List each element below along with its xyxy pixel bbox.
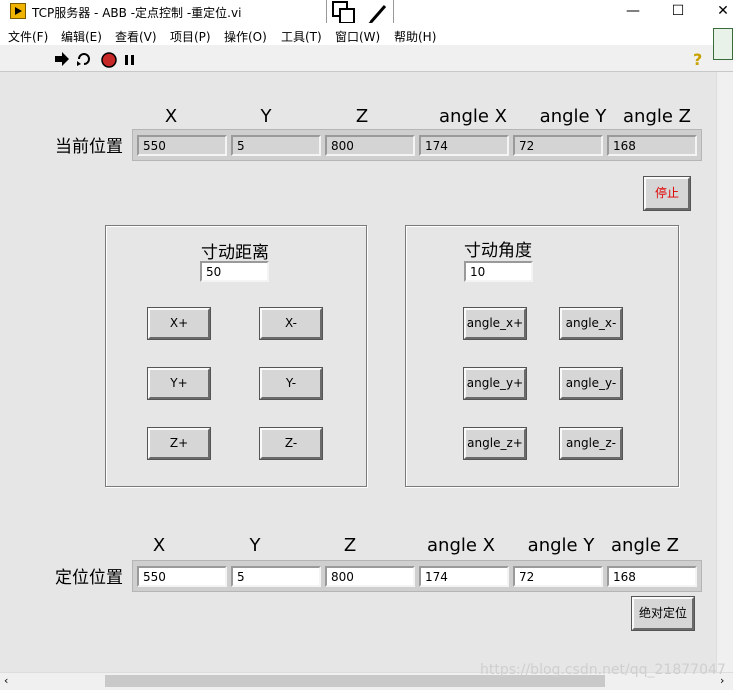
current-y-indicator: 5 xyxy=(231,135,321,156)
target-y-input[interactable]: 5 xyxy=(231,566,321,587)
menu-help[interactable]: 帮助(H) xyxy=(394,28,436,45)
menu-operate[interactable]: 操作(O) xyxy=(224,28,267,45)
menu-tools[interactable]: 工具(T) xyxy=(281,28,322,45)
angle-z-minus-button[interactable]: angle_z- xyxy=(559,427,623,460)
target-anglez-input[interactable]: 168 xyxy=(607,566,697,587)
x-minus-button[interactable]: X- xyxy=(259,307,323,340)
pause-icon[interactable] xyxy=(124,54,136,69)
current-anglez-header: angle Z xyxy=(623,106,691,127)
target-x-header: X xyxy=(152,535,166,556)
z-minus-button[interactable]: Z- xyxy=(259,427,323,460)
current-anglex-header: angle X xyxy=(439,106,507,127)
y-minus-button[interactable]: Y- xyxy=(259,367,323,400)
menu-project[interactable]: 项目(P) xyxy=(170,28,211,45)
jog-angle-group xyxy=(405,225,679,487)
help-icon[interactable]: ? xyxy=(693,50,702,69)
jog-distance-input[interactable]: 50 xyxy=(200,261,269,282)
run-continuously-icon[interactable] xyxy=(76,52,92,69)
current-angley-indicator: 72 xyxy=(513,135,603,156)
angle-y-plus-button[interactable]: angle_y+ xyxy=(463,367,527,400)
menu-file[interactable]: 文件(F) xyxy=(8,28,48,45)
current-position-label: 当前位置 xyxy=(55,137,123,157)
menu-view[interactable]: 查看(V) xyxy=(115,28,157,45)
abort-icon[interactable] xyxy=(101,52,117,71)
x-plus-button[interactable]: X+ xyxy=(147,307,211,340)
current-y-header: Y xyxy=(260,106,272,127)
target-angley-header: angle Y xyxy=(527,535,595,556)
current-anglez-indicator: 168 xyxy=(607,135,697,156)
angle-x-plus-button[interactable]: angle_x+ xyxy=(463,307,527,340)
current-x-header: X xyxy=(164,106,178,127)
current-z-header: Z xyxy=(355,106,369,127)
jog-distance-label: 寸动距离 xyxy=(201,243,269,263)
target-z-input[interactable]: 800 xyxy=(325,566,415,587)
menu-window[interactable]: 窗口(W) xyxy=(335,28,380,45)
vertical-scrollbar[interactable] xyxy=(716,72,733,672)
labview-app-icon xyxy=(10,3,26,19)
menu-edit[interactable]: 编辑(E) xyxy=(61,28,102,45)
jog-angle-label: 寸动角度 xyxy=(464,241,532,261)
target-y-header: Y xyxy=(249,535,261,556)
angle-z-plus-button[interactable]: angle_z+ xyxy=(463,427,527,460)
stop-button[interactable]: 停止 xyxy=(643,176,691,211)
absolute-position-button[interactable]: 绝对定位 xyxy=(631,596,695,631)
current-angley-header: angle Y xyxy=(539,106,607,127)
close-button[interactable]: ✕ xyxy=(708,2,733,20)
vi-icon[interactable] xyxy=(713,28,733,60)
target-angley-input[interactable]: 72 xyxy=(513,566,603,587)
window-title: TCP服务器 - ABB -定点控制 -重定位.vi xyxy=(32,6,242,20)
y-plus-button[interactable]: Y+ xyxy=(147,367,211,400)
minimize-button[interactable]: — xyxy=(618,2,648,20)
scroll-left-arrow-icon[interactable]: ‹ xyxy=(4,674,8,687)
target-anglex-header: angle X xyxy=(427,535,495,556)
current-anglex-indicator: 174 xyxy=(419,135,509,156)
watermark: https://blog.csdn.net/qq_21877047 xyxy=(480,662,726,678)
current-x-indicator: 550 xyxy=(137,135,227,156)
target-z-header: Z xyxy=(343,535,357,556)
angle-x-minus-button[interactable]: angle_x- xyxy=(559,307,623,340)
target-x-input[interactable]: 550 xyxy=(137,566,227,587)
target-anglex-input[interactable]: 174 xyxy=(419,566,509,587)
target-anglez-header: angle Z xyxy=(611,535,679,556)
run-arrow-icon[interactable] xyxy=(54,52,70,69)
current-z-indicator: 800 xyxy=(325,135,415,156)
angle-y-minus-button[interactable]: angle_y- xyxy=(559,367,623,400)
target-position-label: 定位位置 xyxy=(55,568,123,588)
z-plus-button[interactable]: Z+ xyxy=(147,427,211,460)
jog-angle-input[interactable]: 10 xyxy=(464,261,533,282)
maximize-button[interactable]: ☐ xyxy=(663,2,693,20)
